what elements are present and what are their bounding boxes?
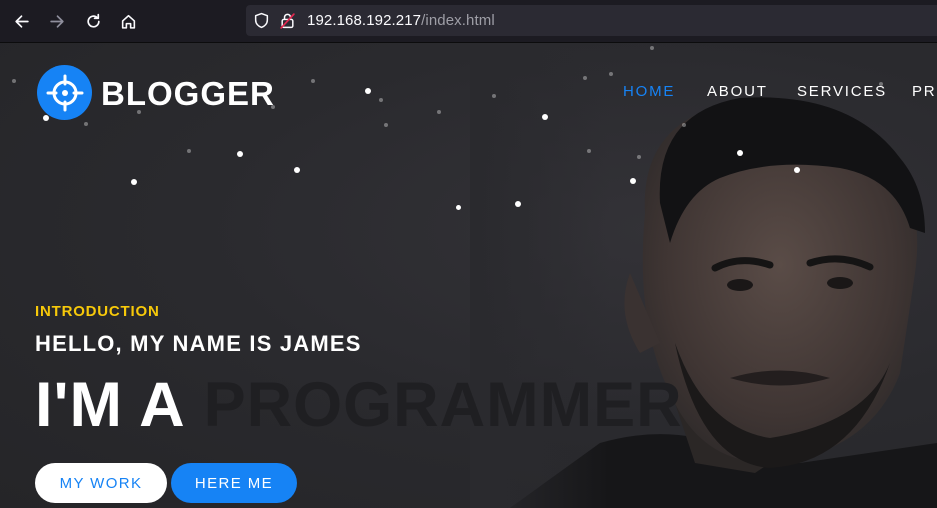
particle-dot	[583, 76, 587, 80]
particle-dot	[456, 205, 461, 210]
headline: I'M A PROGRAMMER	[35, 369, 683, 441]
particle-dot	[12, 79, 16, 83]
particle-dot	[630, 178, 636, 184]
address-bar[interactable]: 192.168.192.217/index.html	[246, 5, 937, 36]
particle-dot	[365, 88, 371, 94]
reload-button[interactable]	[82, 10, 104, 32]
particle-dot	[43, 115, 49, 121]
particle-dot	[131, 179, 137, 185]
reload-icon	[86, 13, 100, 28]
particle-dot	[682, 123, 686, 127]
intro-label: INTRODUCTION	[35, 303, 160, 320]
particle-dot	[437, 110, 441, 114]
particle-dot	[587, 149, 591, 153]
particle-dot	[187, 149, 191, 153]
url-text[interactable]: 192.168.192.217/index.html	[307, 12, 495, 29]
nav-item-services[interactable]: SERVICES	[797, 83, 887, 100]
logo-badge[interactable]	[37, 65, 92, 120]
nav-item-about[interactable]: ABOUT	[707, 83, 768, 100]
particle-dot	[379, 98, 383, 102]
forward-icon	[49, 14, 64, 28]
headline-prefix: I'M A	[35, 370, 186, 440]
particle-dot	[609, 72, 613, 76]
hire-me-button[interactable]: HERE ME	[171, 463, 297, 503]
particle-dot	[650, 46, 654, 50]
home-button[interactable]	[117, 10, 139, 32]
shield-icon[interactable]	[253, 12, 270, 29]
particle-dot	[492, 94, 496, 98]
nav-item-home[interactable]: HOME	[623, 83, 675, 100]
nav-item-pro[interactable]: PRO	[912, 83, 937, 100]
hero-section: BLOGGER HOME ABOUT SERVICES PRO INTRODUC…	[0, 43, 937, 508]
back-icon	[14, 14, 29, 28]
insecure-lock-icon[interactable]	[279, 12, 296, 29]
browser-toolbar: 192.168.192.217/index.html	[0, 0, 937, 43]
particle-dot	[794, 167, 800, 173]
my-work-button[interactable]: MY WORK	[35, 463, 167, 503]
site-logo-text[interactable]: BLOGGER	[101, 75, 275, 113]
particle-dot	[542, 114, 548, 120]
particle-dot	[515, 201, 521, 207]
particle-dot	[84, 122, 88, 126]
particle-dot	[637, 155, 641, 159]
url-path: /index.html	[421, 12, 495, 29]
particle-dot	[737, 150, 743, 156]
particle-dot	[294, 167, 300, 173]
crosshair-icon	[46, 74, 83, 111]
back-button[interactable]	[10, 10, 32, 32]
headline-typed-word: PROGRAMMER	[203, 370, 683, 440]
forward-button[interactable]	[46, 10, 68, 32]
hello-heading: HELLO, MY NAME IS JAMES	[35, 331, 362, 356]
particle-dot	[237, 151, 243, 157]
particle-dot	[311, 79, 315, 83]
particle-dot	[384, 123, 388, 127]
url-host: 192.168.192.217	[307, 12, 422, 29]
home-icon	[121, 14, 135, 29]
